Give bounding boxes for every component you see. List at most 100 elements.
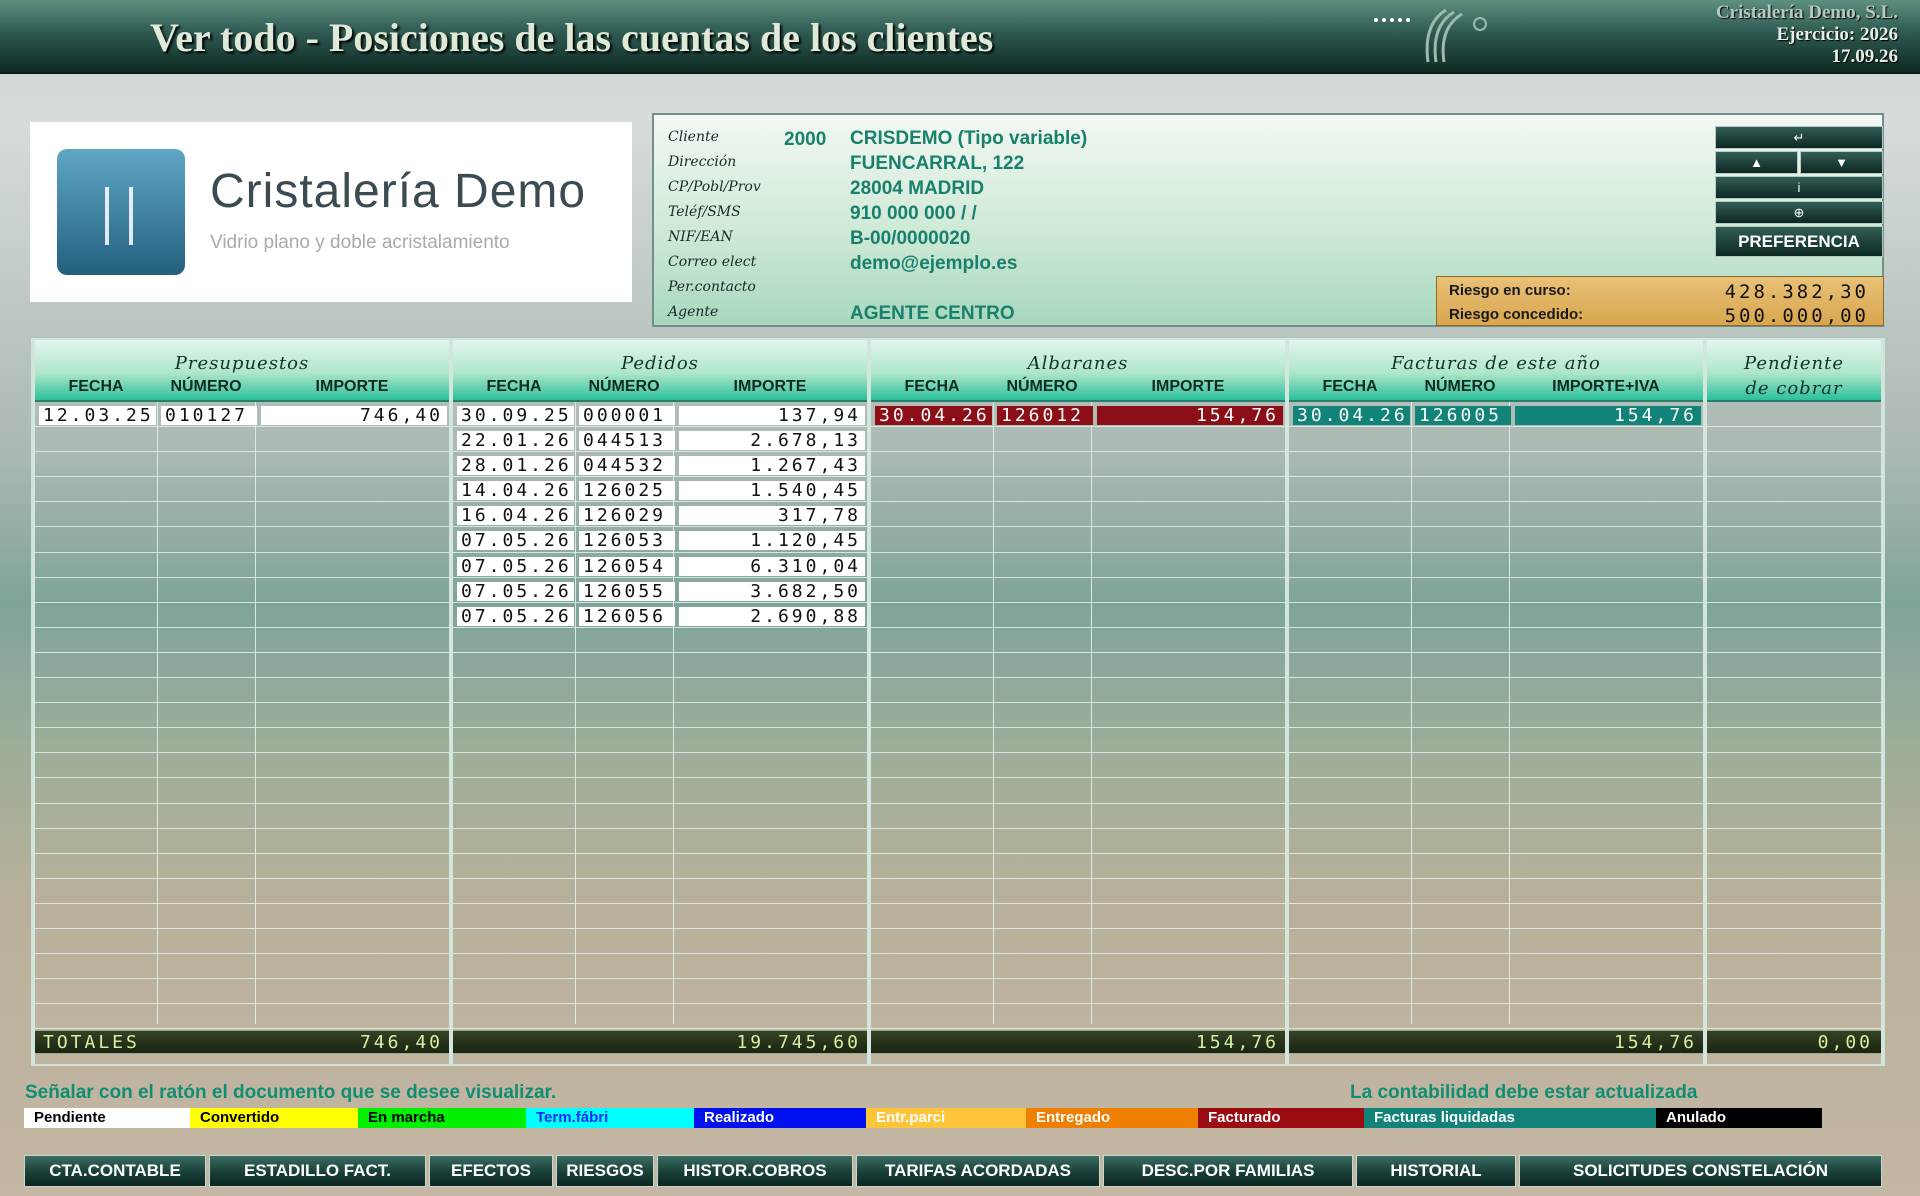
info-button[interactable]: i xyxy=(1715,176,1883,199)
doc-amount[interactable]: 154,76 xyxy=(1515,406,1701,425)
doc-amount[interactable]: 3.682,50 xyxy=(679,581,865,601)
table-row xyxy=(35,452,449,478)
table-row xyxy=(35,854,449,879)
table-row xyxy=(1289,653,1703,679)
doc-date[interactable]: 30.04.26 xyxy=(1293,406,1410,425)
doc-date[interactable]: 22.01.26 xyxy=(457,431,574,451)
table-row xyxy=(871,728,1285,754)
doc-amount[interactable]: 2.678,13 xyxy=(679,431,865,451)
table-row[interactable]: 07.05.26 126054 6.310,04 xyxy=(453,553,867,578)
doc-number[interactable]: 126056 xyxy=(579,606,675,626)
doc-amount[interactable]: 6.310,04 xyxy=(679,556,865,576)
doc-date[interactable]: 07.05.26 xyxy=(457,556,574,576)
table-row xyxy=(871,778,1285,804)
table-row xyxy=(453,804,867,829)
table-row[interactable]: 07.05.26 126053 1.120,45 xyxy=(453,527,867,553)
doc-date[interactable]: 28.01.26 xyxy=(457,456,574,476)
riesgos-button[interactable]: RIESGOS xyxy=(556,1155,654,1187)
doc-number[interactable]: 126055 xyxy=(579,581,675,601)
doc-number[interactable]: 044532 xyxy=(579,456,675,476)
table-row xyxy=(35,1004,449,1030)
solicitudes-constelacion-button[interactable]: SOLICITUDES CONSTELACIÓN xyxy=(1519,1155,1882,1187)
preferencia-button[interactable]: PREFERENCIA xyxy=(1715,226,1883,257)
doc-amount[interactable]: 2.690,88 xyxy=(679,606,865,626)
cta-contable-button[interactable]: CTA.CONTABLE xyxy=(24,1155,206,1187)
doc-number[interactable]: 126053 xyxy=(579,531,675,551)
table-row[interactable]: 30.04.26 126005 154,76 xyxy=(1289,402,1703,428)
tarifas-acordadas-button[interactable]: TARIFAS ACORDADAS xyxy=(856,1155,1100,1187)
table-row[interactable]: 07.05.26 126055 3.682,50 xyxy=(453,578,867,603)
doc-number[interactable]: 126029 xyxy=(579,506,675,526)
doc-amount[interactable]: 154,76 xyxy=(1097,406,1283,425)
doc-date[interactable]: 30.04.26 xyxy=(875,406,992,425)
doc-amount[interactable]: 746,40 xyxy=(261,406,447,425)
label-correo: Correo elect xyxy=(668,254,757,270)
table-row[interactable]: 30.04.26 126012 154,76 xyxy=(871,402,1285,428)
doc-number[interactable]: 126025 xyxy=(579,481,675,501)
label-cliente: Cliente xyxy=(668,129,719,145)
table-row[interactable]: 12.03.25 010127 746,40 xyxy=(35,402,449,428)
table-row xyxy=(453,678,867,704)
desc-por-familias-button[interactable]: DESC.POR FAMILIAS xyxy=(1103,1155,1353,1187)
table-row xyxy=(1707,603,1881,628)
doc-number[interactable]: 126012 xyxy=(997,406,1093,425)
doc-amount[interactable]: 1.120,45 xyxy=(679,531,865,551)
table-row xyxy=(1289,477,1703,503)
previous-record-button[interactable]: ▲ xyxy=(1715,151,1798,174)
logo-name: Cristalería Demo xyxy=(210,165,587,218)
doc-number[interactable]: 126054 xyxy=(579,556,675,576)
doc-number[interactable]: 126005 xyxy=(1415,406,1511,425)
doc-number[interactable]: 044513 xyxy=(579,431,675,451)
legend-item: Anulado xyxy=(1656,1108,1822,1128)
table-row xyxy=(35,929,449,955)
table-row[interactable]: 16.04.26 126029 317,78 xyxy=(453,502,867,528)
doc-date[interactable]: 07.05.26 xyxy=(457,581,574,601)
doc-date[interactable]: 07.05.26 xyxy=(457,606,574,626)
next-record-button[interactable]: ▼ xyxy=(1800,151,1883,174)
riesgo-concedido-label: Riesgo concedido: xyxy=(1449,306,1584,323)
table-row[interactable]: 22.01.26 044513 2.678,13 xyxy=(453,427,867,453)
albaranes-rows: 30.04.26 126012 154,76 xyxy=(871,402,1285,1030)
table-row xyxy=(35,427,449,453)
table-row[interactable]: 14.04.26 126025 1.540,45 xyxy=(453,477,867,503)
doc-date[interactable]: 12.03.25 xyxy=(39,406,156,425)
doc-date[interactable]: 30.09.25 xyxy=(457,406,574,425)
doc-date[interactable]: 07.05.26 xyxy=(457,531,574,551)
enter-button[interactable]: ↵ xyxy=(1715,126,1883,149)
doc-date[interactable]: 14.04.26 xyxy=(457,481,574,501)
riesgo-concedido-value: 500.000,00 xyxy=(1724,305,1869,327)
historial-button[interactable]: HISTORIAL xyxy=(1356,1155,1516,1187)
table-row[interactable]: 30.09.25 000001 137,94 xyxy=(453,402,867,428)
pendiente-rows xyxy=(1707,402,1881,1030)
table-row xyxy=(453,778,867,804)
table-row[interactable]: 28.01.26 044532 1.267,43 xyxy=(453,452,867,478)
table-row xyxy=(1707,653,1881,679)
table-row xyxy=(1707,427,1881,453)
facturas-rows: 30.04.26 126005 154,76 xyxy=(1289,402,1703,1030)
table-row xyxy=(1707,452,1881,478)
riesgo-panel: Riesgo en curso: 428.382,30 Riesgo conce… xyxy=(1436,276,1884,327)
doc-amount[interactable]: 1.540,45 xyxy=(679,481,865,501)
table-row xyxy=(1289,829,1703,854)
table-row xyxy=(35,578,449,603)
histor-cobros-button[interactable]: HISTOR.COBROS xyxy=(657,1155,853,1187)
efectos-button[interactable]: EFECTOS xyxy=(429,1155,553,1187)
table-row[interactable]: 07.05.26 126056 2.690,88 xyxy=(453,603,867,628)
table-row xyxy=(1707,578,1881,603)
doc-number[interactable]: 010127 xyxy=(161,406,257,425)
globe-button[interactable]: ⊕ xyxy=(1715,201,1883,224)
doc-number[interactable]: 000001 xyxy=(579,406,675,425)
doc-amount[interactable]: 1.267,43 xyxy=(679,456,865,476)
table-row xyxy=(453,979,867,1005)
estadillo-fact-button[interactable]: ESTADILLO FACT. xyxy=(209,1155,426,1187)
decorative-swirl-icon xyxy=(1374,8,1487,63)
doc-amount[interactable]: 137,94 xyxy=(679,406,865,425)
pendiente-header: Pendiente de cobrar xyxy=(1707,340,1881,402)
table-row xyxy=(871,603,1285,628)
table-row xyxy=(1707,854,1881,879)
doc-amount[interactable]: 317,78 xyxy=(679,506,865,526)
doc-date[interactable]: 16.04.26 xyxy=(457,506,574,526)
table-row xyxy=(35,728,449,754)
table-row xyxy=(453,1004,867,1030)
col-importe: IMPORTE xyxy=(315,378,389,395)
